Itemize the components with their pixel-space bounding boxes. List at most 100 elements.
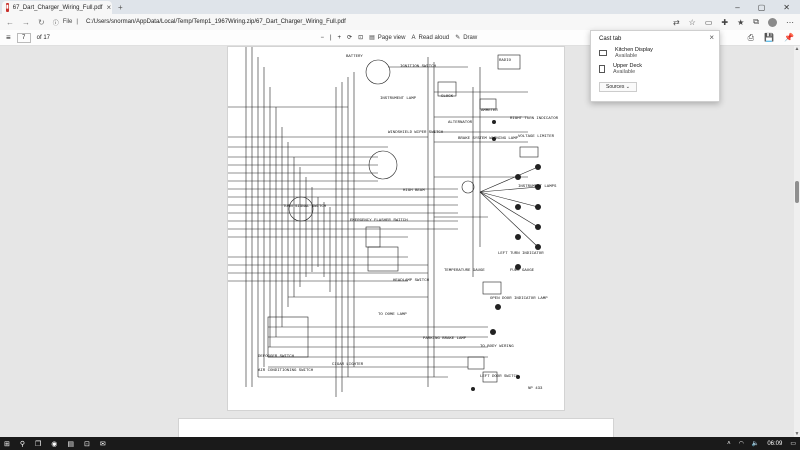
explorer-icon[interactable]: ▤ <box>67 440 74 448</box>
read-aloud-button[interactable]: A Read aloud <box>411 35 449 41</box>
browser-tab[interactable]: ▮ 67_Dart_Charger_Wiring_Full.pdf × <box>2 1 112 14</box>
page-total: of 17 <box>36 34 51 41</box>
refresh-icon[interactable]: ↻ <box>38 18 45 27</box>
label-battery: BATTERY <box>346 55 363 59</box>
rotate-icon[interactable]: ⟳ <box>347 34 352 41</box>
label-wiper: WINDSHIELD WIPER SWITCH <box>388 131 444 135</box>
page-view-button[interactable]: ▤ Page view <box>369 34 406 42</box>
label-temp: TEMPERATURE GAUGE <box>444 269 485 273</box>
back-icon[interactable]: ← <box>6 18 14 27</box>
zoom-in-icon[interactable]: + <box>338 35 342 41</box>
label-high-beam: HIGH BEAM <box>403 189 425 193</box>
print-icon[interactable]: ⎙ <box>748 33 754 43</box>
close-window-icon[interactable]: ✕ <box>783 3 790 12</box>
draw-button[interactable]: ✎ Draw <box>455 34 478 42</box>
system-tray: ˄ ◠ 🔈 06:09 ▭ <box>727 440 796 448</box>
label-headlamp: HEADLAMP SWITCH <box>393 279 430 283</box>
file-label: File <box>62 19 73 25</box>
store-icon[interactable]: ⊡ <box>84 440 90 448</box>
favorite-star-icon[interactable]: ☆ <box>689 18 696 27</box>
label-ignition: IGNITION SWITCH <box>400 65 437 69</box>
device-status: Available <box>615 53 638 59</box>
label-open-door: OPEN DOOR INDICATOR LAMP <box>490 297 548 301</box>
label-radio: RADIO <box>499 59 512 63</box>
label-voltage: VOLTAGE LIMITER <box>518 135 555 139</box>
fit-page-icon[interactable]: ⊡ <box>358 34 363 41</box>
page-view-icon: ▤ <box>369 35 375 41</box>
label-ammeter: AMMETER <box>481 109 498 113</box>
contents-menu-icon[interactable]: ≡ <box>6 33 11 42</box>
label-instrument-lamps: INSTRUMENT LAMPS <box>518 185 557 189</box>
scroll-thumb[interactable] <box>795 181 799 203</box>
avatar[interactable] <box>768 17 777 27</box>
cast-panel: Cast tab × Kitchen Display Available Upp… <box>590 30 720 102</box>
more-icon[interactable]: ⋯ <box>786 18 794 27</box>
read-aloud-icon: A <box>411 34 416 41</box>
label-flasher: EMERGENCY FLASHER SWITCH <box>350 219 408 223</box>
divider: | <box>329 34 332 41</box>
extensions-icon[interactable]: ✚ <box>721 18 728 27</box>
pin-icon[interactable]: 📌 <box>784 33 794 43</box>
label-parking-brake: PARKING BRAKE LAMP <box>423 337 467 341</box>
sources-label: Sources <box>606 84 625 90</box>
label-np: NP 433 <box>528 387 543 391</box>
speaker-icon <box>599 65 605 73</box>
label-fuel: FUEL GAUGE <box>510 269 535 273</box>
forward-icon[interactable]: → <box>22 18 30 27</box>
maximize-icon[interactable]: ▢ <box>758 3 766 12</box>
cast-device[interactable]: Upper Deck Available <box>599 63 711 75</box>
start-icon[interactable]: ⊞ <box>4 440 10 448</box>
cast-device[interactable]: Kitchen Display Available <box>599 47 711 59</box>
label-defogger: DEFOGGER SWITCH <box>258 355 295 359</box>
label-left-turn: LEFT TURN INDICATOR <box>498 252 544 256</box>
volume-icon[interactable]: 🔈 <box>752 440 759 447</box>
label-clock: CLOCK <box>441 95 454 99</box>
tab-strip: ▮ 67_Dart_Charger_Wiring_Full.pdf × + – … <box>0 0 800 14</box>
zoom-out-icon[interactable]: − <box>320 35 324 41</box>
label-body-wiring: TO BODY WIRING <box>480 345 514 349</box>
label-alternator: ALTERNATOR <box>448 121 473 125</box>
mail-icon[interactable]: ✉ <box>100 440 106 448</box>
pdf-viewer: BATTERY IGNITION SWITCH INSTRUMENT LAMP … <box>0 46 800 440</box>
label-brake: BRAKE SYSTEM WARNING LAMP <box>458 137 519 141</box>
favorites-icon[interactable]: ★ <box>737 18 744 27</box>
scrollbar[interactable]: ▲ ▼ <box>794 46 800 437</box>
search-icon[interactable]: ⚲ <box>20 440 25 448</box>
address-bar: ← → ↻ ⓘ File | C:/Users/snorman/AppData/… <box>0 14 800 30</box>
scroll-up-icon[interactable]: ▲ <box>794 46 800 52</box>
minimize-icon[interactable]: – <box>735 3 739 12</box>
page-view-label: Page view <box>377 34 406 41</box>
page-number-input[interactable]: 7 <box>16 32 31 43</box>
network-icon[interactable]: ◠ <box>739 440 744 447</box>
cast-close-icon[interactable]: × <box>709 33 714 42</box>
label-cigar: CIGAR LIGHTER <box>332 363 364 367</box>
draw-icon: ✎ <box>455 35 461 41</box>
pdf-icon: ▮ <box>6 3 9 12</box>
label-ac: AIR CONDITIONING SWITCH <box>258 369 314 373</box>
edge-icon[interactable]: ◉ <box>51 440 57 448</box>
label-right-turn: RIGHT TURN INDICATOR <box>510 117 559 121</box>
cast-icon[interactable]: ▭ <box>705 18 713 27</box>
task-view-icon[interactable]: ❐ <box>35 440 41 448</box>
pdf-page: BATTERY IGNITION SWITCH INSTRUMENT LAMP … <box>227 46 565 411</box>
pdf-right-tools: ⎙ 💾 📌 <box>748 33 794 43</box>
collections-icon[interactable]: ⧉ <box>753 17 759 27</box>
new-tab-button[interactable]: + <box>118 3 123 12</box>
read-aloud-label: Read aloud <box>418 34 450 41</box>
translate-icon[interactable]: ⇄ <box>673 18 680 27</box>
sources-dropdown[interactable]: Sources ⌄ <box>599 82 637 92</box>
chevron-up-icon[interactable]: ˄ <box>727 441 731 447</box>
draw-label: Draw <box>463 34 478 41</box>
label-instrument-lamp: INSTRUMENT LAMP <box>380 97 417 101</box>
site-info[interactable]: ⓘ File | <box>53 18 78 27</box>
taskbar: ⊞ ⚲ ❐ ◉ ▤ ⊡ ✉ ˄ ◠ 🔈 06:09 ▭ <box>0 437 800 450</box>
label-dome: TO DOME LAMP <box>378 313 407 317</box>
url-field[interactable]: C:/Users/snorman/AppData/Local/Temp/Temp… <box>86 19 346 25</box>
close-tab-icon[interactable]: × <box>106 3 111 12</box>
save-icon[interactable]: 💾 <box>764 33 774 43</box>
device-status: Available <box>613 69 636 75</box>
clock[interactable]: 06:09 <box>767 441 782 447</box>
notification-icon[interactable]: ▭ <box>790 440 796 447</box>
display-icon <box>599 50 607 56</box>
info-icon: ⓘ <box>52 20 59 27</box>
